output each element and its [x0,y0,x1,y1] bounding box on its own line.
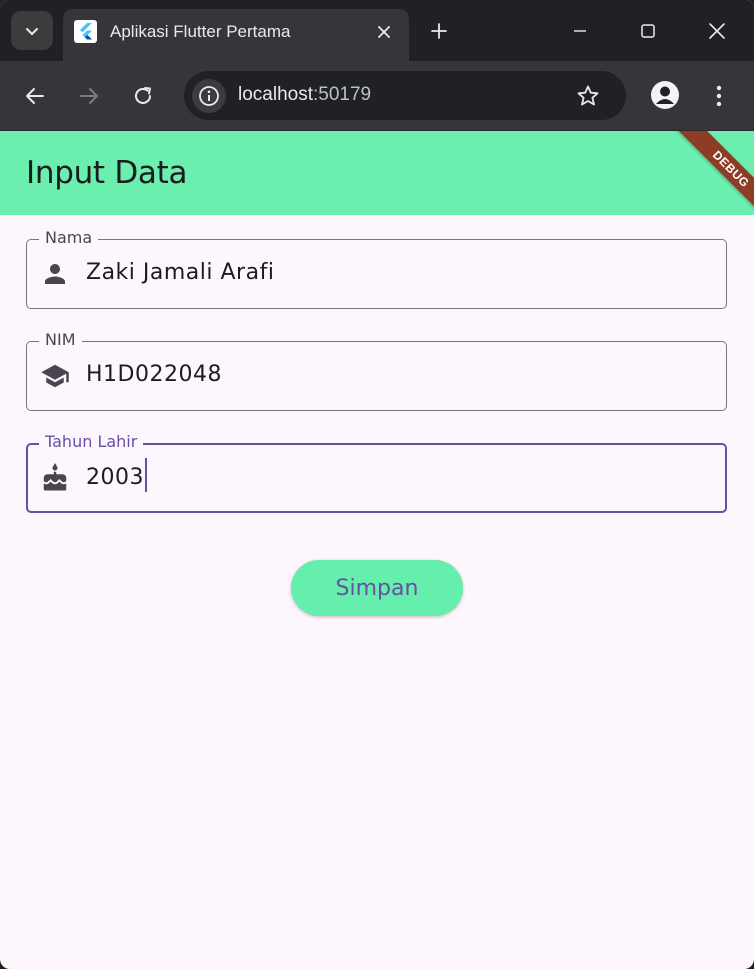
tahun-lahir-label: Tahun Lahir [39,432,144,451]
close-window-button[interactable] [701,15,733,47]
tab-close-button[interactable] [373,21,395,43]
bookmark-button[interactable] [574,82,602,110]
tahun-lahir-field[interactable]: Tahun Lahir 2003 [26,432,727,513]
maximize-button[interactable] [632,15,664,47]
browser-window: Aplikasi Flutter Pertama localhost:50179… [0,0,754,969]
more-vert-icon [716,85,722,107]
forward-button[interactable] [71,78,107,114]
nama-field[interactable]: Nama Zaki Jamali Arafi [26,228,727,309]
cake-icon [43,463,67,491]
minimize-icon [574,30,586,32]
nama-label: Nama [39,228,99,247]
arrow-left-icon [26,88,44,104]
browser-tab[interactable]: Aplikasi Flutter Pertama [63,9,409,61]
tab-strip: Aplikasi Flutter Pertama [0,0,754,61]
nim-field[interactable]: NIM H1D022048 [26,330,727,411]
page-title: Input Data [26,155,188,191]
school-icon [41,364,69,388]
maximize-icon [641,24,655,38]
arrow-right-icon [80,88,98,104]
flutter-logo-icon [74,20,97,43]
nama-value[interactable]: Zaki Jamali Arafi [86,260,706,285]
info-icon [199,86,219,106]
person-icon [45,264,65,284]
profile-button[interactable] [647,77,683,113]
site-info-button[interactable] [192,79,226,113]
star-icon [577,85,599,106]
app-bar: Input Data DEBUG [0,131,754,215]
debug-banner: DEBUG [670,131,754,215]
tab-title: Aplikasi Flutter Pertama [110,22,291,41]
new-tab-button[interactable] [425,17,453,45]
url-text[interactable]: localhost:50179 [238,84,371,106]
nim-label: NIM [39,330,82,349]
browser-toolbar: localhost:50179 [0,61,754,131]
text-caret [145,458,147,492]
simpan-button[interactable]: Simpan [291,560,463,616]
menu-button[interactable] [701,78,737,114]
reload-button[interactable] [125,78,161,114]
tahun-lahir-value[interactable]: 2003 [86,458,706,492]
minimize-button[interactable] [564,15,596,47]
address-bar[interactable]: localhost:50179 [184,71,626,120]
avatar-icon [651,81,679,109]
plus-icon [431,23,447,39]
chevron-down-icon [26,27,38,35]
nim-value[interactable]: H1D022048 [86,362,706,387]
reload-icon [135,87,151,104]
close-icon [378,26,390,38]
tab-search-button[interactable] [11,11,53,50]
close-icon [709,23,725,39]
back-button[interactable] [17,78,53,114]
